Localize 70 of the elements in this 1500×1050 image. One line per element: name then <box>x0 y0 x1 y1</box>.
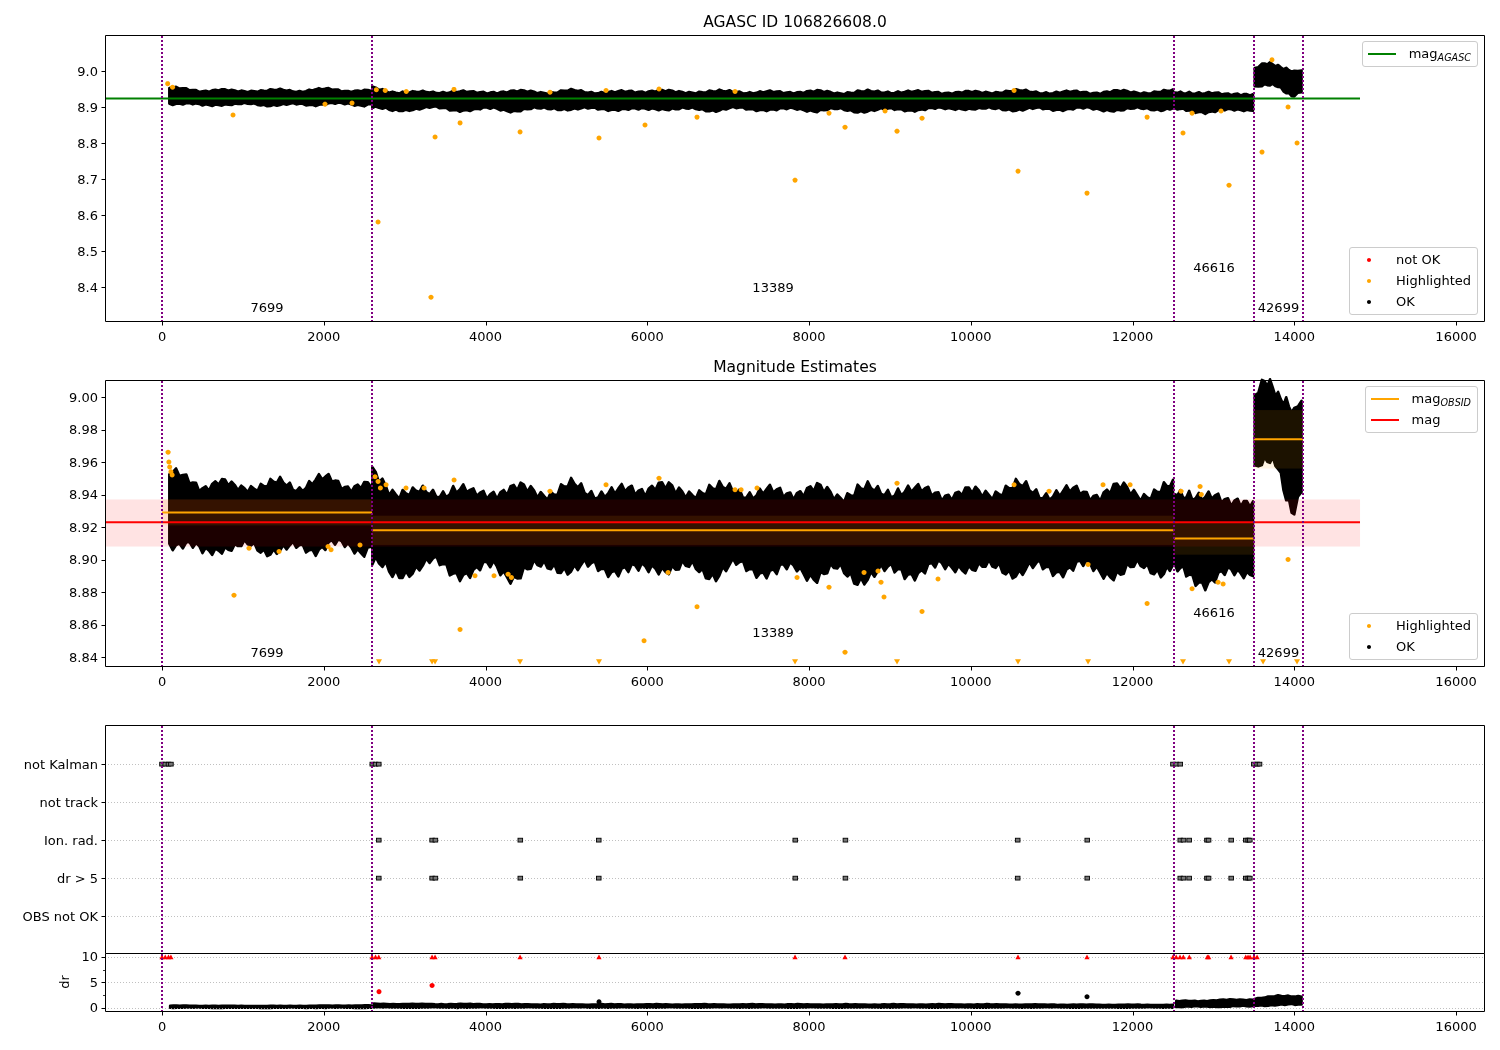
tick-label: OBS not OK <box>22 908 98 924</box>
tick-label: 10000 <box>950 329 992 344</box>
segment-label: 46616 <box>1193 260 1235 275</box>
tick-label: 12000 <box>1111 329 1154 344</box>
tick-label: 16000 <box>1435 329 1477 344</box>
tick-label: 8.98 <box>69 422 98 438</box>
tick-label: 8.8 <box>77 135 98 151</box>
tick-label: 8000 <box>792 674 826 689</box>
segment-label: 13389 <box>752 625 794 640</box>
segment-label: 42699 <box>1257 300 1300 315</box>
tick-label: 8.92 <box>69 519 98 535</box>
legend-label: mag$_{AGASC}$ <box>1408 45 1471 64</box>
tick-label: Ion. rad. <box>44 832 98 848</box>
legend-label: mag$_{OBSID}$ <box>1411 390 1471 409</box>
tick-label: 8.94 <box>69 487 98 503</box>
tick-label: 14000 <box>1273 1019 1315 1034</box>
tick-label: 0 <box>157 1019 167 1034</box>
tick-label: 9.00 <box>69 389 98 405</box>
legend-label: not OK <box>1396 251 1442 269</box>
tick-label: 8.90 <box>69 552 98 568</box>
tick-label: 8.7 <box>77 171 98 187</box>
tick-label: 8000 <box>792 329 826 344</box>
tick-label: 8.5 <box>77 243 98 259</box>
tick-label: 4000 <box>469 329 503 344</box>
tick-label: 8.88 <box>69 584 98 600</box>
legend-label: OK <box>1396 638 1416 656</box>
legend-label: OK <box>1396 293 1416 311</box>
segment-label: 7699 <box>250 645 284 660</box>
tick-label: 8.9 <box>77 99 98 115</box>
chart-title: Magnitude Estimates <box>713 358 877 376</box>
tick-label: 10000 <box>950 1019 992 1034</box>
tick-label: 5 <box>89 975 98 990</box>
tick-label: 8000 <box>792 1019 826 1034</box>
chart-title: AGASC ID 106826608.0 <box>703 13 887 31</box>
legend-label: Highlighted <box>1396 272 1471 290</box>
tick-label: not Kalman <box>23 756 98 772</box>
tick-label: 2000 <box>307 329 341 344</box>
segment-label: 7699 <box>250 300 284 315</box>
segment-label: 46616 <box>1193 605 1235 620</box>
tick-label: 4000 <box>469 1019 503 1034</box>
legend-label: Highlighted <box>1396 617 1471 635</box>
tick-label: 0 <box>157 674 167 689</box>
tick-label: 2000 <box>307 1019 341 1034</box>
tick-label: 14000 <box>1273 674 1315 689</box>
tick-label: 12000 <box>1111 1019 1154 1034</box>
tick-label: 2000 <box>307 674 341 689</box>
tick-label: 6000 <box>630 1019 664 1034</box>
segment-label: 13389 <box>752 280 794 295</box>
tick-label: 4000 <box>469 674 503 689</box>
tick-label: 0 <box>89 1000 98 1016</box>
tick-label: dr > 5 <box>56 870 98 886</box>
tick-label: 6000 <box>630 674 664 689</box>
tick-label: 10000 <box>950 674 992 689</box>
axis-label: dr <box>57 975 72 989</box>
tick-label: 8.86 <box>69 617 98 633</box>
tick-label: 16000 <box>1435 1019 1477 1034</box>
tick-label: 8.96 <box>69 454 98 470</box>
legend-label: mag <box>1411 411 1442 429</box>
segment-label: 42699 <box>1257 645 1300 660</box>
tick-label: 6000 <box>630 329 664 344</box>
tick-label: 8.4 <box>77 279 98 295</box>
tick-label: 12000 <box>1111 674 1154 689</box>
tick-label: 8.84 <box>69 649 98 665</box>
tick-label: 10 <box>81 949 98 965</box>
tick-label: 9.0 <box>77 63 98 79</box>
tick-label: 16000 <box>1435 674 1477 689</box>
tick-label: not track <box>39 794 98 810</box>
tick-label: 8.6 <box>77 207 98 223</box>
tick-label: 14000 <box>1273 329 1315 344</box>
tick-label: 0 <box>157 329 167 344</box>
